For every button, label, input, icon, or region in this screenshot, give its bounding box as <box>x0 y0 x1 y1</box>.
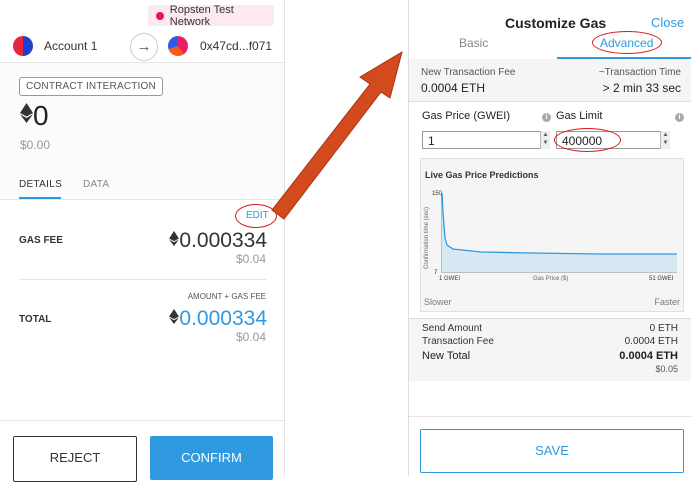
gas-limit-stepper[interactable]: ▲ ▼ <box>660 131 670 149</box>
new-fee-label: New Transaction Fee <box>421 67 516 78</box>
footer-divider <box>409 416 691 417</box>
close-button[interactable]: Close <box>651 15 684 30</box>
new-total-summary: Send Amount 0 ETH Transaction Fee 0.0004… <box>409 318 691 381</box>
gas-price-chart: Live Gas Price Predictions 150 7 Confirm… <box>420 158 684 312</box>
reject-button[interactable]: REJECT <box>13 436 137 482</box>
save-button[interactable]: SAVE <box>420 429 684 473</box>
total-sublabel: AMOUNT + GAS FEE <box>187 292 266 301</box>
fee-summary: New Transaction Fee 0.0004 ETH ~Transact… <box>409 59 691 102</box>
transaction-amount-fiat: $0.00 <box>20 138 51 152</box>
confirm-button[interactable]: CONFIRM <box>150 436 273 480</box>
transaction-amount-value: 0 <box>33 100 49 131</box>
chart-title: Live Gas Price Predictions <box>425 170 539 180</box>
to-account-address[interactable]: 0x47cd...f071 <box>200 39 272 53</box>
confirm-transaction-panel: Ropsten Test Network Account 1 → 0x47cd.… <box>0 0 285 482</box>
x-axis-right: 51 GWEI <box>649 276 674 282</box>
arrow-right-icon: → <box>130 33 158 61</box>
gas-price-curve <box>441 193 677 273</box>
x-axis-left: 1 GWEI <box>439 276 461 282</box>
footer-divider <box>0 420 284 421</box>
ethereum-icon <box>169 231 180 246</box>
gas-price-input[interactable]: 1 ▲ ▼ <box>422 131 550 149</box>
new-fee-value: 0.0004 ETH <box>421 81 486 95</box>
y-axis-bottom: 7 <box>434 270 438 276</box>
from-account-avatar <box>13 36 33 56</box>
new-total-fiat: $0.05 <box>655 364 678 374</box>
divider <box>0 199 284 200</box>
send-amount-value: 0 ETH <box>649 323 678 334</box>
total-eth: 0.000334 <box>179 307 267 330</box>
tx-time-value: > 2 min 33 sec <box>602 81 681 95</box>
x-axis-label: Gas Price ($) <box>533 276 569 282</box>
new-total-label: New Total <box>422 350 471 362</box>
customize-gas-modal: Customize Gas Close Basic Advanced New T… <box>408 0 691 476</box>
advanced-highlight-circle <box>592 31 662 54</box>
total-label: TOTAL <box>19 314 52 325</box>
tab-data[interactable]: DATA <box>83 179 109 190</box>
sender-recipient-row: Account 1 → 0x47cd...f071 <box>0 30 284 63</box>
gas-price-label: Gas Price (GWEI) <box>422 110 511 122</box>
y-axis-label: Confirmation time (sec) <box>424 206 430 269</box>
network-status-dot <box>156 11 164 20</box>
network-name: Ropsten Test Network <box>169 3 234 28</box>
tx-fee-value: 0.0004 ETH <box>624 336 678 347</box>
tx-fee-label: Transaction Fee <box>422 336 494 347</box>
faster-label: Faster <box>654 297 680 307</box>
annotation-arrow <box>271 50 403 220</box>
ethereum-icon <box>20 103 33 123</box>
new-total-value: 0.0004 ETH <box>619 350 678 362</box>
info-icon[interactable]: i <box>542 113 551 122</box>
gas-price-stepper[interactable]: ▲ ▼ <box>540 131 550 149</box>
from-account-name: Account 1 <box>44 39 98 53</box>
to-account-avatar <box>168 36 188 56</box>
gas-limit-label: Gas Limit <box>556 110 603 122</box>
gas-fee-eth: 0.000334 <box>179 229 267 252</box>
gas-fee-amount: 0.000334 <box>150 229 267 253</box>
slower-label: Slower <box>424 297 452 307</box>
total-fiat: $0.04 <box>235 330 266 344</box>
divider <box>19 279 266 280</box>
network-indicator[interactable]: Ropsten Test Network <box>148 3 274 28</box>
send-amount-label: Send Amount <box>422 323 483 334</box>
tab-basic[interactable]: Basic <box>459 36 488 50</box>
total-amount: 0.000334 <box>150 307 267 331</box>
ethereum-icon <box>169 309 180 324</box>
info-icon[interactable]: i <box>675 113 684 122</box>
gas-fee-fiat: $0.04 <box>235 252 266 266</box>
gas-limit-highlight-circle <box>554 128 621 152</box>
gas-fee-label: GAS FEE <box>19 235 63 246</box>
modal-title: Customize Gas <box>505 15 607 31</box>
tab-details[interactable]: DETAILS <box>19 179 62 190</box>
gas-price-value: 1 <box>428 134 435 148</box>
contract-interaction-badge: CONTRACT INTERACTION <box>19 77 163 96</box>
transaction-amount: 0 <box>20 100 49 132</box>
tx-time-label: ~Transaction Time <box>598 67 681 78</box>
